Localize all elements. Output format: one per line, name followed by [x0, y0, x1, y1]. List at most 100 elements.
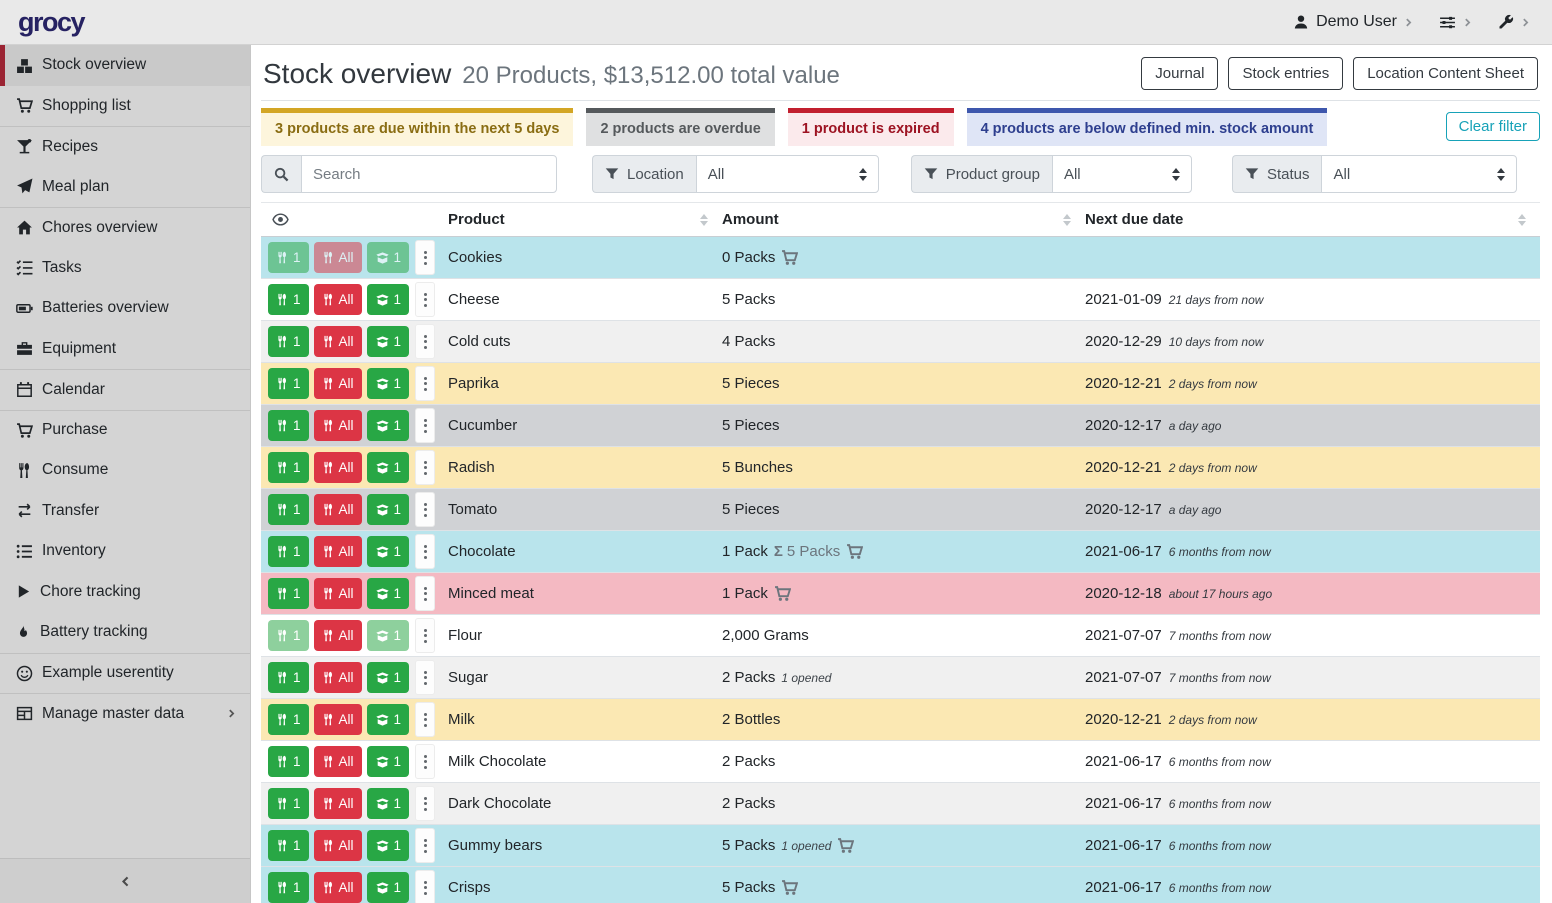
open-one-button[interactable]: 1: [367, 620, 410, 651]
row-menu-button[interactable]: [415, 744, 435, 779]
location-filter-select[interactable]: All: [696, 155, 879, 193]
consume-one-button[interactable]: 1: [268, 494, 309, 525]
consume-one-button[interactable]: 1: [268, 368, 309, 399]
row-menu-button[interactable]: [415, 240, 435, 275]
sidebar-item-equipment[interactable]: Equipment: [0, 329, 250, 370]
sidebar-item-stock-overview[interactable]: Stock overview: [0, 45, 250, 86]
shopping-cart-icon[interactable]: [837, 837, 854, 854]
sort-icon[interactable]: [1518, 214, 1526, 226]
sidebar-item-batteries-overview[interactable]: Batteries overview: [0, 288, 250, 329]
product-group-filter-select[interactable]: All: [1052, 155, 1192, 193]
column-header-product[interactable]: Product: [448, 211, 505, 228]
search-input[interactable]: [301, 155, 557, 193]
consume-all-button[interactable]: All: [314, 620, 362, 651]
row-menu-button[interactable]: [415, 366, 435, 401]
sort-icon[interactable]: [1063, 214, 1071, 226]
row-menu-button[interactable]: [415, 618, 435, 653]
shopping-cart-icon[interactable]: [846, 543, 863, 560]
row-menu-button[interactable]: [415, 660, 435, 695]
sidebar-collapse-button[interactable]: [0, 858, 250, 903]
row-menu-button[interactable]: [415, 786, 435, 821]
open-one-button[interactable]: 1: [367, 410, 410, 441]
sidebar-item-tasks[interactable]: Tasks: [0, 248, 250, 289]
consume-all-button[interactable]: All: [314, 872, 362, 903]
consume-one-button[interactable]: 1: [268, 788, 309, 819]
open-one-button[interactable]: 1: [367, 704, 410, 735]
sidebar-item-shopping-list[interactable]: Shopping list: [0, 86, 250, 127]
column-header-next-due-date[interactable]: Next due date: [1085, 211, 1183, 228]
below-min-filter-chip[interactable]: 4 products are below defined min. stock …: [967, 108, 1328, 146]
consume-all-button[interactable]: All: [314, 242, 362, 273]
sidebar-item-recipes[interactable]: Recipes: [0, 126, 250, 167]
consume-all-button[interactable]: All: [314, 830, 362, 861]
consume-all-button[interactable]: All: [314, 536, 362, 567]
sidebar-item-inventory[interactable]: Inventory: [0, 531, 250, 572]
sidebar-item-purchase[interactable]: Purchase: [0, 410, 250, 451]
open-one-button[interactable]: 1: [367, 788, 410, 819]
consume-all-button[interactable]: All: [314, 326, 362, 357]
consume-one-button[interactable]: 1: [268, 662, 309, 693]
sort-icon[interactable]: [700, 214, 708, 226]
open-one-button[interactable]: 1: [367, 536, 410, 567]
row-menu-button[interactable]: [415, 492, 435, 527]
consume-one-button[interactable]: 1: [268, 452, 309, 483]
sidebar-item-calendar[interactable]: Calendar: [0, 369, 250, 410]
stock-entries-button[interactable]: Stock entries: [1228, 57, 1343, 90]
open-one-button[interactable]: 1: [367, 368, 410, 399]
expired-filter-chip[interactable]: 1 product is expired: [788, 108, 954, 146]
shopping-cart-icon[interactable]: [781, 879, 798, 896]
consume-one-button[interactable]: 1: [268, 746, 309, 777]
status-filter-select[interactable]: All: [1321, 155, 1517, 193]
consume-one-button[interactable]: 1: [268, 410, 309, 441]
journal-button[interactable]: Journal: [1141, 57, 1218, 90]
consume-all-button[interactable]: All: [314, 578, 362, 609]
consume-one-button[interactable]: 1: [268, 620, 309, 651]
open-one-button[interactable]: 1: [367, 578, 410, 609]
sidebar-item-chore-tracking[interactable]: Chore tracking: [0, 572, 250, 613]
row-menu-button[interactable]: [415, 576, 435, 611]
sidebar-item-chores-overview[interactable]: Chores overview: [0, 207, 250, 248]
app-logo[interactable]: grocy: [18, 7, 84, 38]
sidebar-item-battery-tracking[interactable]: Battery tracking: [0, 612, 250, 653]
row-menu-button[interactable]: [415, 282, 435, 317]
open-one-button[interactable]: 1: [367, 746, 410, 777]
consume-all-button[interactable]: All: [314, 452, 362, 483]
overdue-filter-chip[interactable]: 2 products are overdue: [586, 108, 774, 146]
user-menu[interactable]: Demo User: [1293, 13, 1413, 31]
consume-one-button[interactable]: 1: [268, 536, 309, 567]
consume-all-button[interactable]: All: [314, 410, 362, 441]
consume-one-button[interactable]: 1: [268, 326, 309, 357]
sidebar-item-example-userentity[interactable]: Example userentity: [0, 653, 250, 694]
open-one-button[interactable]: 1: [367, 242, 410, 273]
row-menu-button[interactable]: [415, 450, 435, 485]
settings-menu[interactable]: [1439, 14, 1472, 31]
sidebar-item-manage-master-data[interactable]: Manage master data: [0, 693, 250, 734]
open-one-button[interactable]: 1: [367, 662, 410, 693]
open-one-button[interactable]: 1: [367, 452, 410, 483]
consume-all-button[interactable]: All: [314, 746, 362, 777]
admin-menu[interactable]: [1498, 14, 1530, 30]
consume-all-button[interactable]: All: [314, 494, 362, 525]
clear-filter-button[interactable]: Clear filter: [1446, 112, 1540, 141]
open-one-button[interactable]: 1: [367, 326, 410, 357]
open-one-button[interactable]: 1: [367, 284, 410, 315]
consume-all-button[interactable]: All: [314, 368, 362, 399]
shopping-cart-icon[interactable]: [781, 249, 798, 266]
consume-all-button[interactable]: All: [314, 284, 362, 315]
sidebar-item-meal-plan[interactable]: Meal plan: [0, 167, 250, 208]
row-menu-button[interactable]: [415, 408, 435, 443]
consume-one-button[interactable]: 1: [268, 284, 309, 315]
sidebar-item-transfer[interactable]: Transfer: [0, 491, 250, 532]
row-menu-button[interactable]: [415, 870, 435, 903]
consume-one-button[interactable]: 1: [268, 578, 309, 609]
consume-all-button[interactable]: All: [314, 704, 362, 735]
row-menu-button[interactable]: [415, 702, 435, 737]
consume-all-button[interactable]: All: [314, 662, 362, 693]
consume-one-button[interactable]: 1: [268, 872, 309, 903]
row-menu-button[interactable]: [415, 828, 435, 863]
sidebar-item-consume[interactable]: Consume: [0, 450, 250, 491]
open-one-button[interactable]: 1: [367, 872, 410, 903]
open-one-button[interactable]: 1: [367, 830, 410, 861]
consume-all-button[interactable]: All: [314, 788, 362, 819]
column-visibility-eye-icon[interactable]: [268, 211, 289, 228]
